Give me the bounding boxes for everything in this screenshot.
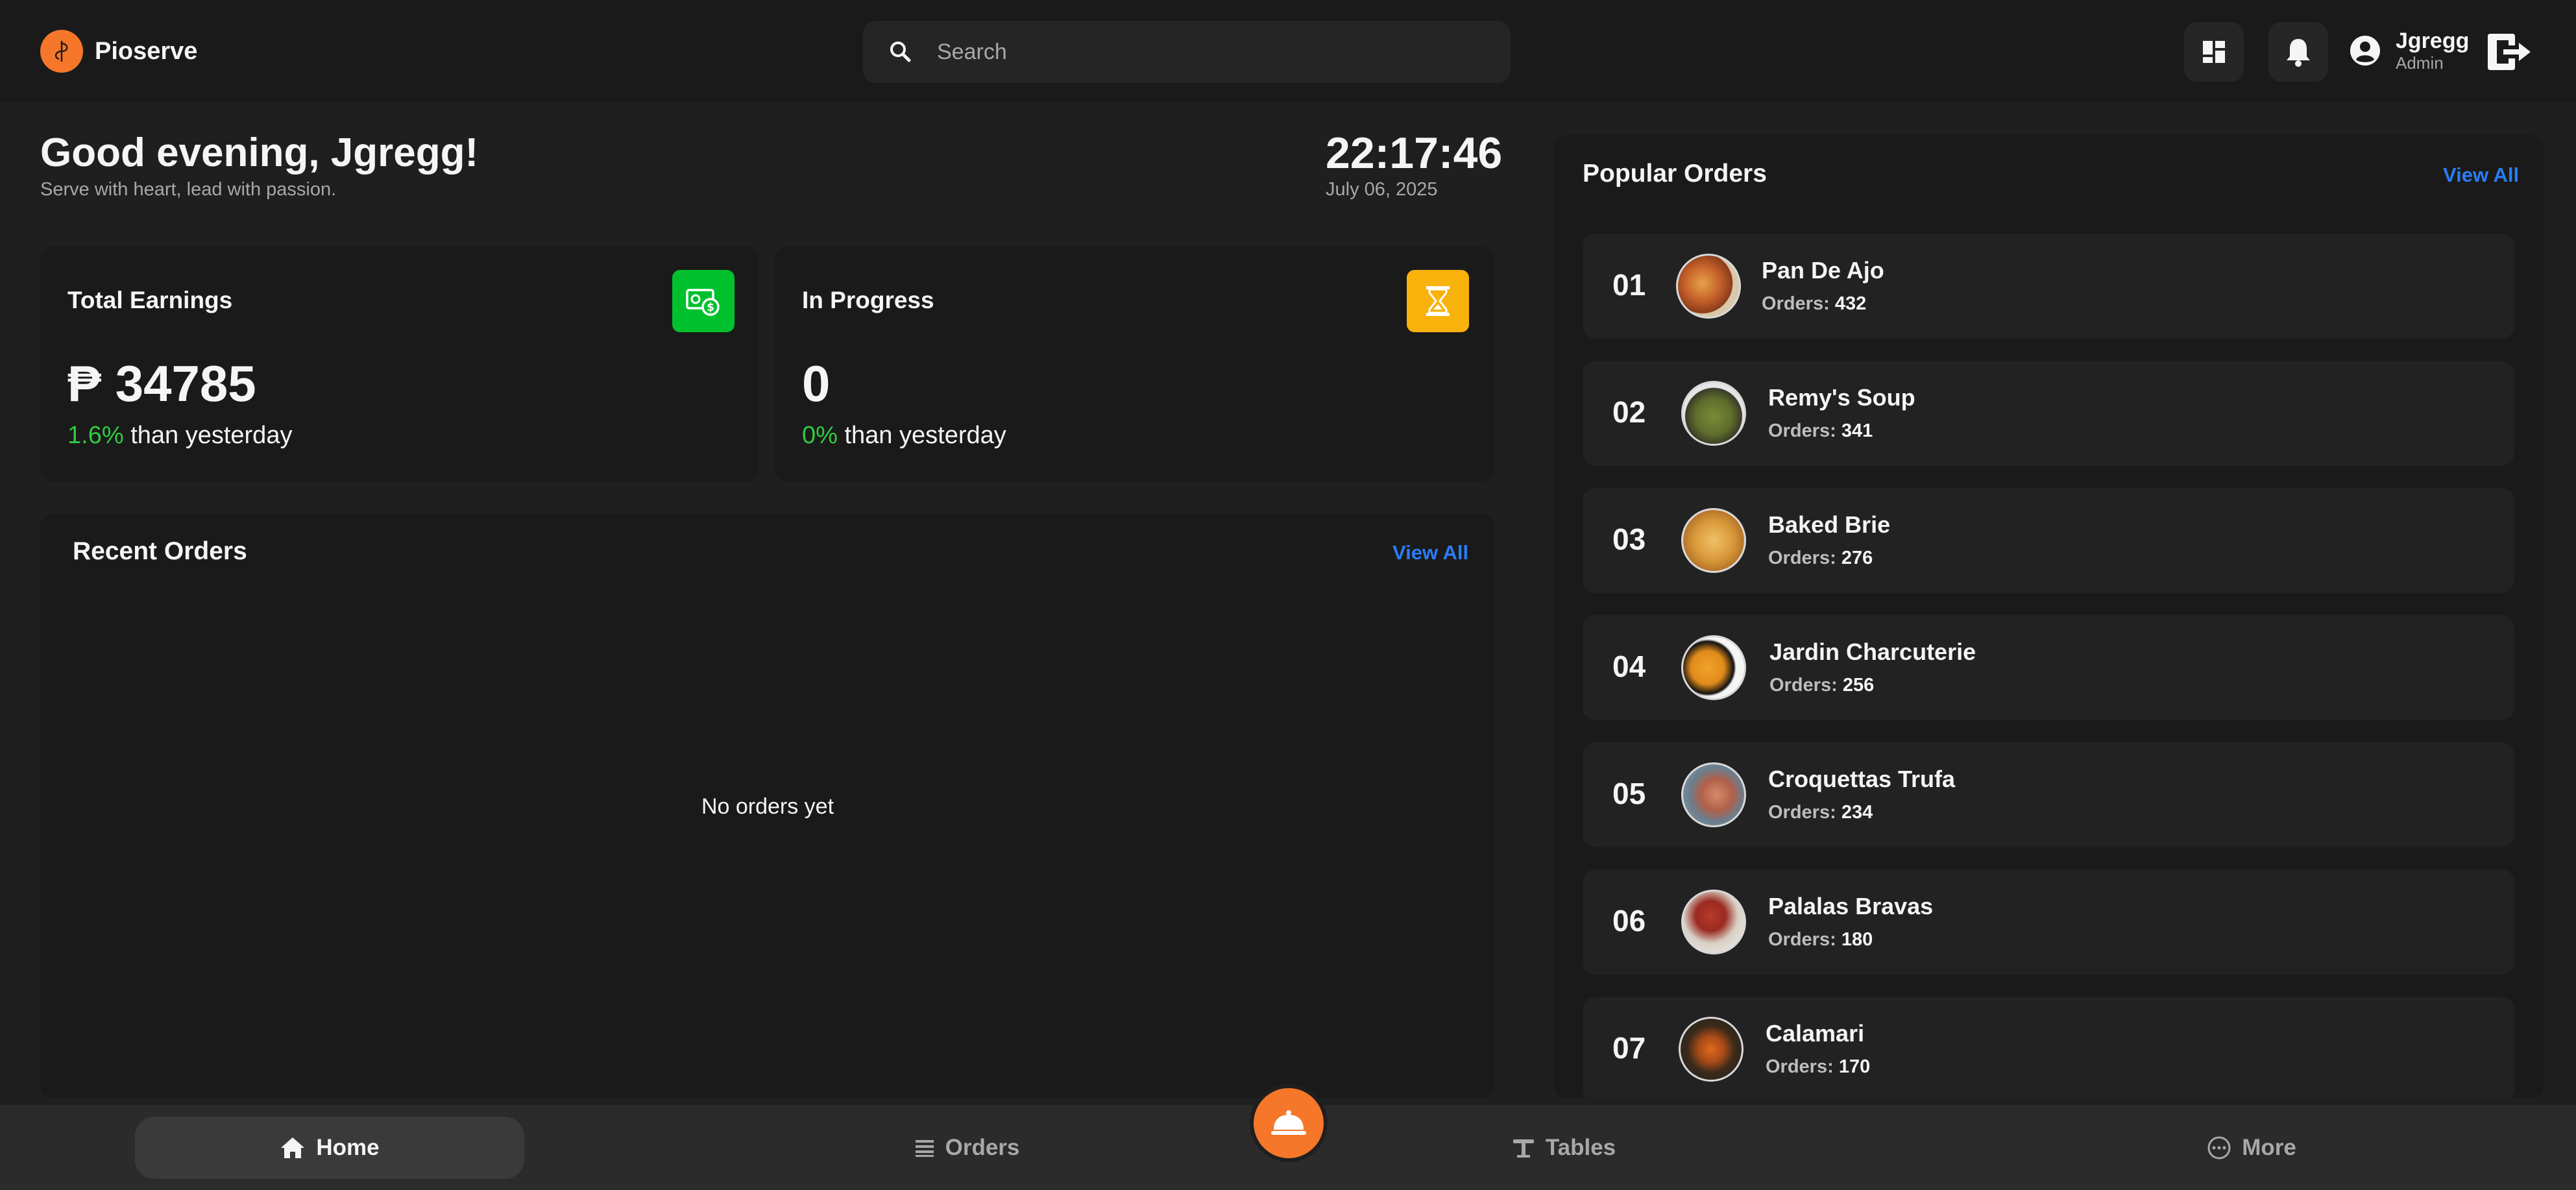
item-name: Croquettas Trufa [1768, 766, 1956, 792]
in-progress-delta: 0% than yesterday [802, 422, 1006, 450]
in-progress-value: 0 [802, 355, 831, 412]
brand-logo-icon [40, 30, 83, 73]
greeting: Good evening, Jgregg! Serve with heart, … [40, 130, 478, 200]
logout-icon[interactable] [2486, 31, 2532, 73]
popular-order-item[interactable]: 07 Calamari Orders: 170 [1583, 997, 2514, 1098]
recent-orders-view-all-link[interactable]: View All [1392, 541, 1468, 565]
user-avatar-icon [2350, 36, 2380, 66]
item-orders: Orders: 180 [1768, 929, 1873, 950]
in-progress-delta-pct: 0% [802, 422, 838, 449]
item-rank: 02 [1612, 395, 1646, 429]
popular-orders-view-all-link[interactable]: View All [2443, 164, 2519, 187]
recent-orders-panel: Recent Orders View All No orders yet [40, 514, 1495, 1098]
earnings-delta-text: than yesterday [130, 422, 293, 449]
bell-icon [2287, 39, 2310, 67]
card-title: Total Earnings [67, 287, 233, 313]
table-icon [1513, 1139, 1534, 1158]
in-progress-card: In Progress 0 0% than yesterday [775, 247, 1494, 481]
popular-order-item[interactable]: 02 Remy's Soup Orders: 341 [1583, 361, 2514, 466]
item-rank: 06 [1612, 904, 1646, 938]
item-name: Remy's Soup [1768, 384, 1915, 411]
nav-home[interactable]: Home [135, 1117, 524, 1179]
greeting-subtitle: Serve with heart, lead with passion. [40, 179, 337, 200]
empty-state-text: No orders yet [701, 794, 834, 819]
item-orders: Orders: 432 [1762, 293, 1867, 314]
item-orders: Orders: 256 [1769, 675, 1875, 696]
item-rank: 03 [1612, 522, 1646, 556]
food-thumbnail [1676, 254, 1741, 319]
user-role: Admin [2396, 53, 2444, 73]
search-input[interactable] [937, 39, 1469, 65]
brand[interactable]: Pioserve [40, 30, 197, 73]
notifications-button[interactable] [2268, 22, 2328, 82]
in-progress-delta-text: than yesterday [844, 422, 1006, 449]
brand-name: Pioserve [95, 37, 198, 65]
item-rank: 04 [1612, 650, 1646, 683]
food-thumbnail [1679, 1017, 1744, 1082]
food-thumbnail [1681, 508, 1746, 573]
popular-order-item[interactable]: 01 Pan De Ajo Orders: 432 [1583, 234, 2514, 339]
food-thumbnail [1681, 890, 1746, 954]
user-menu[interactable]: Jgregg Admin [2349, 29, 2469, 73]
item-name: Baked Brie [1768, 511, 1891, 538]
earnings-delta: 1.6% than yesterday [67, 422, 292, 450]
item-name: Jardin Charcuterie [1769, 638, 1976, 665]
item-name: Calamari [1766, 1020, 1865, 1047]
more-icon [2207, 1136, 2231, 1160]
food-thumbnail [1681, 381, 1746, 446]
item-rank: 07 [1612, 1031, 1646, 1065]
dashboard-button[interactable] [2184, 22, 2244, 82]
popular-order-item[interactable]: 05 Croquettas Trufa Orders: 234 [1583, 742, 2514, 847]
popular-orders-title: Popular Orders [1583, 160, 1767, 188]
new-order-button[interactable] [1254, 1088, 1324, 1158]
card-title: In Progress [802, 287, 934, 313]
svg-text:$: $ [707, 301, 714, 314]
cloche-icon [1271, 1110, 1306, 1135]
nav-home-label: Home [316, 1135, 380, 1160]
home-icon [281, 1137, 305, 1158]
food-thumbnail [1681, 635, 1746, 700]
item-orders: Orders: 234 [1768, 802, 1873, 823]
food-thumbnail [1681, 762, 1746, 827]
popular-order-item[interactable]: 04 Jardin Charcuterie Orders: 256 [1583, 615, 2514, 720]
nav-tables[interactable]: Tables [1402, 1117, 1726, 1179]
item-name: Pan De Ajo [1762, 257, 1884, 284]
nav-orders[interactable]: Orders [805, 1117, 1129, 1179]
nav-more[interactable]: More [2089, 1117, 2414, 1179]
item-orders: Orders: 170 [1766, 1056, 1871, 1077]
top-header: Pioserve Jgregg Admin [0, 0, 2576, 103]
nav-more-label: More [2242, 1135, 2296, 1160]
clock-time: 22:17:46 [1326, 128, 1503, 178]
popular-orders-panel: Popular Orders View All 01 Pan De Ajo Or… [1554, 135, 2544, 1098]
nav-orders-label: Orders [945, 1135, 1020, 1160]
earnings-value: ₱ 34785 [67, 355, 256, 412]
item-rank: 05 [1612, 777, 1646, 810]
dashboard-icon [2203, 41, 2225, 63]
item-orders: Orders: 276 [1768, 548, 1873, 568]
search-bar[interactable] [863, 21, 1511, 83]
user-name: Jgregg [2396, 29, 2470, 53]
popular-order-item[interactable]: 03 Baked Brie Orders: 276 [1583, 488, 2514, 593]
greeting-title: Good evening, Jgregg! [40, 130, 479, 175]
list-icon [915, 1140, 934, 1157]
earnings-delta-pct: 1.6% [67, 422, 124, 449]
item-rank: 01 [1612, 268, 1646, 302]
recent-orders-title: Recent Orders [73, 537, 247, 565]
clock: 22:17:46 July 06, 2025 [1326, 128, 1502, 200]
popular-order-item[interactable]: 06 Palalas Bravas Orders: 180 [1583, 869, 2514, 975]
money-icon: $ [672, 270, 735, 332]
nav-tables-label: Tables [1545, 1135, 1616, 1160]
total-earnings-card: Total Earnings $ ₱ 34785 1.6% than yeste… [40, 247, 759, 481]
hourglass-icon [1407, 270, 1469, 332]
item-orders: Orders: 341 [1768, 420, 1873, 441]
item-name: Palalas Bravas [1768, 893, 1934, 919]
clock-date: July 06, 2025 [1326, 179, 1438, 200]
search-icon [890, 42, 911, 62]
